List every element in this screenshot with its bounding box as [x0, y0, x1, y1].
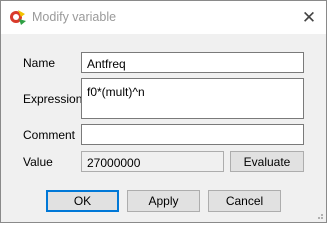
evaluate-button[interactable]: Evaluate [230, 151, 304, 172]
resize-grip-icon[interactable] [314, 210, 324, 220]
close-icon: ✕ [301, 7, 317, 27]
modify-variable-dialog: Modify variable ✕ Name Antfreq Expressio… [0, 0, 327, 223]
window-title: Modify variable [32, 10, 117, 24]
cancel-button[interactable]: Cancel [208, 190, 281, 212]
ok-button[interactable]: OK [46, 190, 119, 212]
comment-input[interactable] [81, 124, 304, 145]
close-button[interactable]: ✕ [292, 1, 326, 34]
expression-label: Expression [23, 92, 83, 106]
name-label: Name [23, 56, 56, 70]
value-label: Value [23, 155, 53, 169]
value-display: 27000000 [81, 151, 224, 172]
expression-textarea[interactable]: f0*(mult)^n [81, 78, 304, 119]
apply-button[interactable]: Apply [127, 190, 200, 212]
comment-label: Comment [23, 128, 76, 142]
name-input[interactable]: Antfreq [81, 52, 304, 73]
app-icon [10, 10, 26, 25]
title-bar: Modify variable ✕ [1, 1, 326, 34]
